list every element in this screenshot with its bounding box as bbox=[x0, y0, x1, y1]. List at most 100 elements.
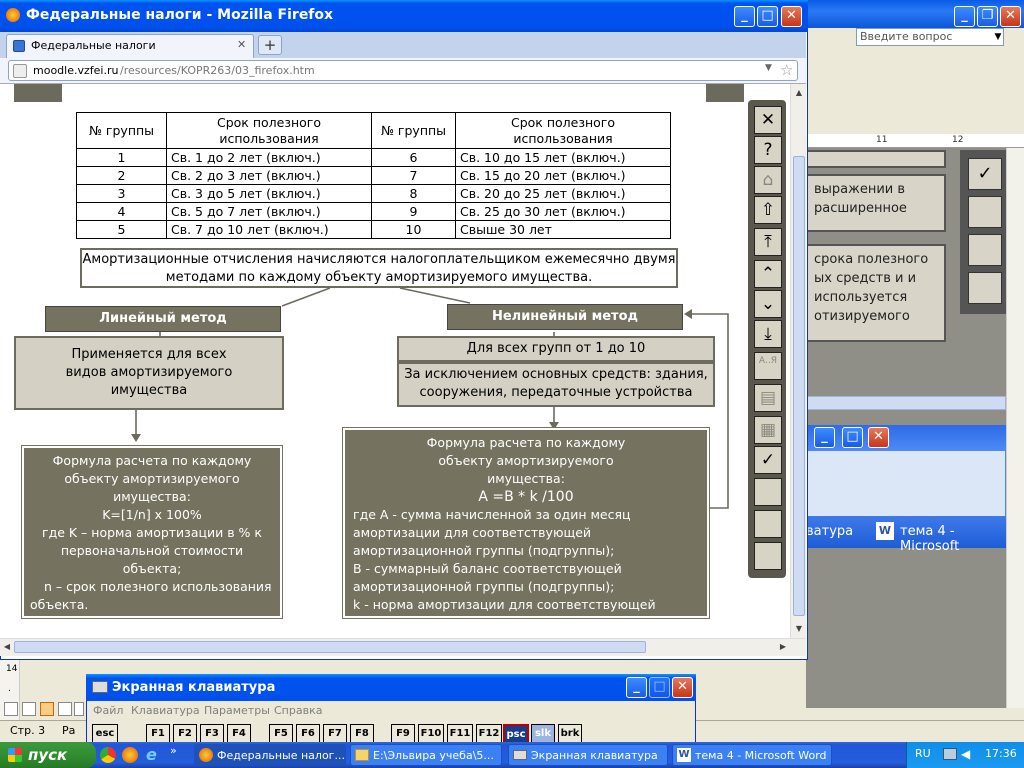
close-icon[interactable]: ✕ bbox=[672, 677, 693, 698]
formula-description: где K – норма амортизации в % к первонач… bbox=[42, 525, 262, 576]
ie-icon[interactable]: e bbox=[146, 745, 157, 764]
task-firefox[interactable]: Федеральные налог... bbox=[194, 744, 346, 766]
volume-icon[interactable]: ◀ bbox=[961, 747, 970, 761]
next-page-icon[interactable]: ⌄ bbox=[754, 290, 782, 318]
checkbox-empty[interactable] bbox=[968, 196, 1002, 228]
calculator-icon[interactable]: ▦ bbox=[754, 416, 782, 444]
close-tab-icon[interactable]: ✕ bbox=[237, 38, 246, 51]
word-slide-box: срока полезного ых средств и и используе… bbox=[806, 244, 946, 342]
empty-nav-button[interactable] bbox=[754, 478, 782, 506]
site-identity-icon[interactable] bbox=[13, 64, 27, 78]
key-esc[interactable]: esc bbox=[92, 724, 118, 744]
start-label: пуск bbox=[28, 746, 68, 764]
dropdown-arrow-icon[interactable]: ▼ bbox=[992, 29, 1004, 45]
nonlinear-formula-box: Формула расчета по каждому объекту аморт… bbox=[342, 427, 710, 630]
menu-help[interactable]: Справка bbox=[274, 704, 322, 717]
quicklaunch-more-icon[interactable]: » bbox=[170, 744, 177, 757]
task-on-screen-keyboard[interactable]: Экранная клавиатура bbox=[508, 744, 668, 766]
start-button[interactable]: пуск bbox=[0, 742, 96, 768]
key-f3[interactable]: F3 bbox=[200, 724, 224, 744]
close-icon[interactable]: ✕ bbox=[781, 6, 802, 27]
osk-menu-bar: Файл Клавиатура Параметры Справка bbox=[88, 701, 694, 719]
word-vertical-scrollbar[interactable] bbox=[1006, 148, 1024, 708]
key-f7[interactable]: F7 bbox=[323, 724, 347, 744]
language-indicator[interactable]: RU bbox=[915, 747, 931, 760]
scroll-thumb[interactable] bbox=[14, 641, 646, 653]
close-icon[interactable]: ✕ bbox=[1000, 6, 1021, 27]
network-icon[interactable] bbox=[943, 748, 957, 760]
new-tab-button[interactable]: + bbox=[258, 35, 282, 55]
close-icon[interactable]: ✕ bbox=[754, 106, 782, 134]
key-brk[interactable]: brk bbox=[558, 724, 582, 744]
key-f8[interactable]: F8 bbox=[350, 724, 374, 744]
scroll-thumb[interactable] bbox=[793, 156, 805, 616]
dropdown-arrow-icon[interactable]: ▼ bbox=[765, 63, 772, 73]
key-psc[interactable]: psc bbox=[503, 724, 529, 744]
checkbox-empty[interactable] bbox=[968, 234, 1002, 266]
glossary-icon[interactable]: А..Я bbox=[754, 352, 782, 380]
normal-view-icon[interactable] bbox=[4, 702, 18, 716]
home-icon[interactable]: ⌂ bbox=[754, 166, 782, 194]
key-f6[interactable]: F6 bbox=[296, 724, 320, 744]
minimize-icon[interactable]: _ bbox=[626, 677, 647, 698]
scroll-left-icon[interactable]: ◀ bbox=[0, 640, 14, 654]
key-f9[interactable]: F9 bbox=[391, 724, 415, 744]
task-label: E:\Эльвира учеба\5... bbox=[373, 749, 494, 762]
key-f4[interactable]: F4 bbox=[227, 724, 251, 744]
window-title: Экранная клавиатура bbox=[112, 680, 276, 695]
bookmark-star-icon[interactable]: ☆ bbox=[780, 61, 793, 79]
empty-nav-button[interactable] bbox=[754, 542, 782, 570]
linear-formula: K=[1/n] x 100% bbox=[102, 507, 202, 522]
word-help-search-input[interactable]: Введите вопрос bbox=[856, 28, 1004, 46]
check-icon[interactable]: ✓ bbox=[968, 158, 1002, 190]
maximize-icon[interactable]: □ bbox=[757, 6, 778, 27]
task-label: тема 4 - Microsoft Word bbox=[695, 749, 827, 762]
help-icon[interactable]: ? bbox=[754, 136, 782, 164]
empty-nav-button[interactable] bbox=[754, 510, 782, 538]
first-page-icon[interactable]: ⤒ bbox=[754, 228, 782, 256]
outline-view-icon[interactable] bbox=[58, 702, 72, 716]
print-view-icon[interactable] bbox=[40, 702, 54, 716]
menu-settings[interactable]: Параметры bbox=[204, 704, 270, 717]
key-f2[interactable]: F2 bbox=[173, 724, 197, 744]
previous-page-icon[interactable]: ⌃ bbox=[754, 260, 782, 288]
url-path: /resources/KOPR263/03_firefox.htm bbox=[120, 64, 315, 77]
web-view-icon[interactable] bbox=[22, 702, 36, 716]
scroll-up-icon[interactable]: ▲ bbox=[792, 86, 806, 100]
scroll-right-icon[interactable]: ▶ bbox=[776, 640, 790, 654]
url-bar[interactable]: moodle.vzfei.ru /resources/KOPR263/03_fi… bbox=[8, 60, 798, 81]
checkbox-empty[interactable] bbox=[968, 272, 1002, 304]
maximize-icon[interactable]: □ bbox=[649, 677, 670, 698]
reading-view-icon[interactable] bbox=[74, 702, 84, 716]
key-f12[interactable]: F12 bbox=[476, 724, 502, 744]
task-word[interactable]: W тема 4 - Microsoft Word bbox=[672, 744, 832, 766]
page-vertical-scrollbar[interactable]: ▲ ▼ bbox=[790, 84, 806, 638]
restore-icon[interactable]: ❐ bbox=[977, 6, 998, 27]
task-explorer[interactable]: E:\Эльвира учеба\5... bbox=[350, 744, 502, 766]
key-f1[interactable]: F1 bbox=[146, 724, 170, 744]
keyboard-icon bbox=[513, 750, 527, 760]
document-icon[interactable]: ▤ bbox=[754, 384, 782, 412]
check-icon[interactable]: ✓ bbox=[754, 446, 782, 474]
key-f10[interactable]: F10 bbox=[418, 724, 444, 744]
minimize-icon[interactable]: _ bbox=[734, 6, 755, 27]
chrome-icon[interactable] bbox=[100, 747, 116, 763]
minimize-icon[interactable]: _ bbox=[954, 6, 975, 27]
last-page-icon[interactable]: ⤓ bbox=[754, 320, 782, 348]
key-slk[interactable]: slk bbox=[531, 724, 555, 744]
status-section: Ра bbox=[62, 724, 76, 737]
word-slide-box bbox=[806, 150, 946, 168]
menu-file[interactable]: Файл bbox=[93, 704, 123, 717]
firefox-icon[interactable] bbox=[122, 747, 138, 763]
menu-keyboard[interactable]: Клавиатура bbox=[131, 704, 200, 717]
key-f5[interactable]: F5 bbox=[269, 724, 293, 744]
up-arrow-icon[interactable]: ⇧ bbox=[754, 196, 782, 224]
maximize-icon[interactable]: □ bbox=[842, 427, 863, 448]
minimize-icon[interactable]: _ bbox=[814, 427, 835, 448]
key-f11[interactable]: F11 bbox=[447, 724, 473, 744]
scroll-down-icon[interactable]: ▼ bbox=[792, 622, 806, 636]
word-hscroll[interactable] bbox=[806, 396, 1006, 410]
tab-federal-taxes[interactable]: Федеральные налоги ✕ bbox=[6, 34, 254, 58]
formula-description: k - норма амортизации для соответствующе… bbox=[353, 597, 656, 630]
close-icon[interactable]: ✕ bbox=[868, 427, 889, 448]
